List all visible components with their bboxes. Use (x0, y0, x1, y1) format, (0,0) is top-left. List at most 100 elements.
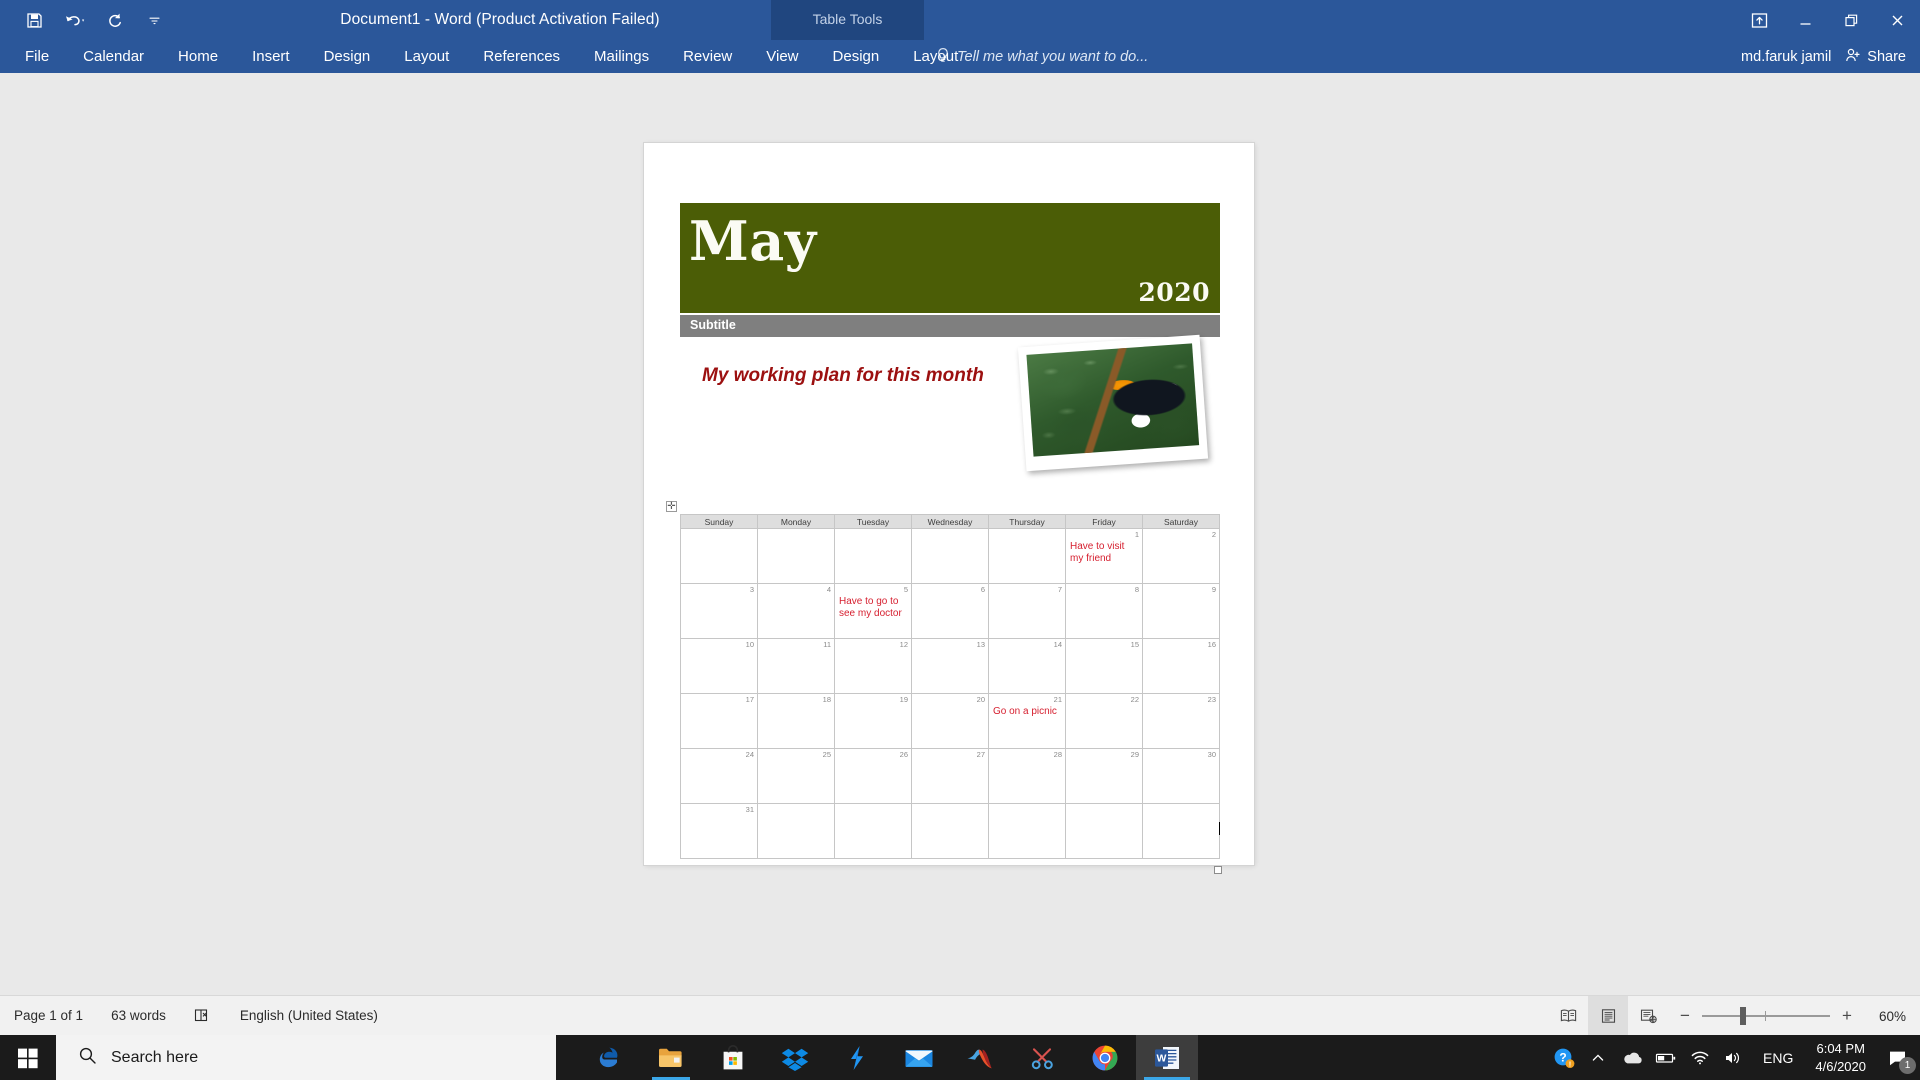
calendar-cell[interactable]: 25 (757, 748, 835, 804)
calendar-cell[interactable] (911, 803, 989, 859)
tab-insert[interactable]: Insert (235, 40, 307, 73)
calendar-cell[interactable]: 29 (1065, 748, 1143, 804)
start-button[interactable] (0, 1035, 56, 1080)
matlab-icon[interactable] (950, 1035, 1012, 1080)
onedrive-icon[interactable] (1615, 1035, 1649, 1080)
file-explorer-icon[interactable] (640, 1035, 702, 1080)
calendar-cell[interactable]: 13 (911, 638, 989, 694)
tab-view[interactable]: View (749, 40, 815, 73)
tab-table-design[interactable]: Design (816, 40, 897, 73)
table-resize-handle[interactable] (1214, 866, 1222, 874)
calendar-cell[interactable]: 15 (1065, 638, 1143, 694)
zoom-level[interactable]: 60% (1864, 1009, 1906, 1024)
tab-review[interactable]: Review (666, 40, 749, 73)
tab-file[interactable]: File (8, 40, 66, 73)
month-title[interactable]: May (689, 209, 817, 273)
calendar-cell[interactable]: 23 (1142, 693, 1220, 749)
calendar-cell[interactable]: 26 (834, 748, 912, 804)
year-label[interactable]: 2020 (1138, 278, 1210, 307)
calendar-cell[interactable]: 18 (757, 693, 835, 749)
calendar-cell[interactable]: 4 (757, 583, 835, 639)
calendar-cell[interactable]: 20 (911, 693, 989, 749)
tab-design[interactable]: Design (307, 40, 388, 73)
tab-mailings[interactable]: Mailings (577, 40, 666, 73)
calendar-cell[interactable] (834, 803, 912, 859)
restore-icon[interactable] (1828, 0, 1874, 40)
calendar-cell[interactable]: 19 (834, 693, 912, 749)
dropbox-icon[interactable] (764, 1035, 826, 1080)
calendar-cell[interactable]: 27 (911, 748, 989, 804)
tab-references[interactable]: References (466, 40, 577, 73)
proofing-errors-icon[interactable] (180, 1008, 226, 1023)
clock[interactable]: 6:04 PM 4/6/2020 (1805, 1040, 1876, 1075)
calendar-cell[interactable]: 11 (757, 638, 835, 694)
subtitle-bar[interactable]: Subtitle (680, 315, 1220, 337)
calendar-cell[interactable]: 31 (680, 803, 758, 859)
calendar-cell[interactable] (988, 803, 1066, 859)
calendar-cell[interactable] (988, 528, 1066, 584)
calendar-cell[interactable]: 7 (988, 583, 1066, 639)
tab-home[interactable]: Home (161, 40, 235, 73)
calendar-cell[interactable]: 16 (1142, 638, 1220, 694)
read-mode-icon[interactable] (1548, 996, 1588, 1036)
calendar-cell[interactable]: 2 (1142, 528, 1220, 584)
page-info[interactable]: Page 1 of 1 (0, 1008, 97, 1023)
calendar-event[interactable]: Have to visit my friend (1070, 541, 1139, 565)
battery-icon[interactable] (1649, 1035, 1683, 1080)
photo-frame[interactable] (1017, 334, 1209, 472)
edge-icon[interactable] (578, 1035, 640, 1080)
lightning-app-icon[interactable] (826, 1035, 888, 1080)
chrome-icon[interactable] (1074, 1035, 1136, 1080)
zoom-slider[interactable] (1702, 1007, 1830, 1025)
plan-heading[interactable]: My working plan for this month (702, 365, 984, 387)
calendar-cell[interactable]: 8 (1065, 583, 1143, 639)
table-move-handle[interactable]: ✛ (666, 501, 677, 512)
calendar-cell[interactable]: 9 (1142, 583, 1220, 639)
calendar-event[interactable]: Go on a picnic (993, 706, 1062, 718)
calendar-cell[interactable]: 3 (680, 583, 758, 639)
zoom-out-button[interactable]: − (1678, 1006, 1692, 1026)
calendar-cell[interactable]: 22 (1065, 693, 1143, 749)
zoom-slider-thumb[interactable] (1740, 1007, 1746, 1025)
calendar-cell[interactable] (680, 528, 758, 584)
calendar-table[interactable]: Sunday Monday Tuesday Wednesday Thursday… (680, 514, 1220, 859)
help-icon[interactable]: ?! (1547, 1035, 1581, 1080)
calendar-cell[interactable] (1065, 803, 1143, 859)
tab-layout[interactable]: Layout (387, 40, 466, 73)
calendar-cell[interactable]: 5 Have to go to see my doctor (834, 583, 912, 639)
chevron-up-icon[interactable] (1581, 1035, 1615, 1080)
tab-table-layout[interactable]: Layout (896, 40, 975, 73)
calendar-cell[interactable]: 24 (680, 748, 758, 804)
calendar-cell[interactable] (757, 528, 835, 584)
close-icon[interactable] (1874, 0, 1920, 40)
microsoft-store-icon[interactable] (702, 1035, 764, 1080)
calendar-cell[interactable] (911, 528, 989, 584)
word-count[interactable]: 63 words (97, 1008, 180, 1023)
minimize-icon[interactable] (1782, 0, 1828, 40)
calendar-cell[interactable]: 1 Have to visit my friend (1065, 528, 1143, 584)
wifi-icon[interactable] (1683, 1035, 1717, 1080)
calendar-cell[interactable]: 14 (988, 638, 1066, 694)
snipping-tool-icon[interactable] (1012, 1035, 1074, 1080)
calendar-cell[interactable] (1142, 803, 1220, 859)
word-icon[interactable]: W (1136, 1035, 1198, 1080)
document-page[interactable]: May 2020 Subtitle My working plan for th… (644, 143, 1254, 874)
notifications-icon[interactable]: 1 (1876, 1035, 1920, 1080)
mail-icon[interactable] (888, 1035, 950, 1080)
tab-calendar[interactable]: Calendar (66, 40, 161, 73)
calendar-cell[interactable]: 21 Go on a picnic (988, 693, 1066, 749)
taskbar-search[interactable]: Search here (56, 1035, 556, 1080)
ribbon-display-options-icon[interactable] (1736, 0, 1782, 40)
calendar-event[interactable]: Have to go to see my doctor (839, 596, 908, 620)
calendar-cell[interactable] (834, 528, 912, 584)
print-layout-icon[interactable] (1588, 996, 1628, 1036)
calendar-cell[interactable]: 30 (1142, 748, 1220, 804)
calendar-cell[interactable] (757, 803, 835, 859)
zoom-in-button[interactable]: + (1840, 1006, 1854, 1026)
calendar-cell[interactable]: 12 (834, 638, 912, 694)
speaker-icon[interactable] (1717, 1035, 1751, 1080)
calendar-cell[interactable]: 10 (680, 638, 758, 694)
web-layout-icon[interactable] (1628, 996, 1668, 1036)
language-tray[interactable]: ENG (1751, 1050, 1805, 1066)
calendar-cell[interactable]: 6 (911, 583, 989, 639)
